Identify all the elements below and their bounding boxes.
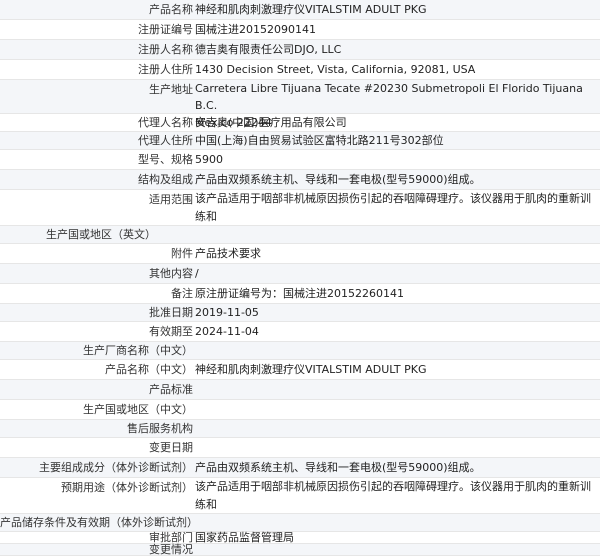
- field-label: 附件: [171, 247, 193, 260]
- field-value: 神经和肌肉刺激理疗仪VITALSTIM ADULT PKG: [195, 3, 427, 16]
- field-label: 代理人名称: [138, 116, 193, 129]
- field-label: 主要组成成分（体外诊断试剂）: [39, 461, 193, 474]
- field-label: 注册证编号: [138, 23, 193, 36]
- table-row: 型号、规格 5900: [0, 150, 600, 170]
- field-value: 德吉奥有限责任公司DJO, LLC: [195, 43, 342, 56]
- table-row: 备注 原注册证编号为：国械注进20152260141: [0, 284, 600, 304]
- field-value: 2019-11-05: [195, 306, 259, 319]
- table-row: 预期用途（体外诊断试剂） 该产品适用于咽部非机械原因损伤引起的吞咽障碍理疗。该仪器…: [0, 478, 600, 529]
- field-value: 产品技术要求: [195, 247, 261, 260]
- table-row: 批准日期 2019-11-05: [0, 304, 600, 322]
- field-value: 神经和肌肉刺激理疗仪VITALSTIM ADULT PKG: [195, 363, 427, 376]
- field-value: 安吉奥(中国)医疗用品有限公司: [195, 116, 347, 129]
- field-label: 产品标准: [149, 383, 193, 396]
- field-value-line: Carretera Libre Tijuana Tecate #20230 Su…: [195, 82, 583, 112]
- table-row: 审批部门 国家药品监督管理局: [0, 532, 600, 544]
- field-label: 其他内容: [149, 267, 193, 280]
- table-row: 代理人住所 中国(上海)自由贸易试验区富特北路211号302部位: [0, 132, 600, 150]
- table-row: 产品名称（中文） 神经和肌肉刺激理疗仪VITALSTIM ADULT PKG: [0, 360, 600, 380]
- table-row: 售后服务机构: [0, 420, 600, 438]
- field-label: 注册人名称: [138, 43, 193, 56]
- field-value: 产品由双频系统主机、导线和一套电极(型号59000)组成。: [195, 461, 481, 474]
- field-label: 预期用途（体外诊断试剂）: [61, 481, 193, 494]
- field-label: 批准日期: [149, 306, 193, 319]
- field-label: 变更情况: [149, 543, 193, 556]
- table-row: 代理人名称 安吉奥(中国)医疗用品有限公司: [0, 114, 600, 132]
- field-label: 备注: [171, 287, 193, 300]
- field-label: 结构及组成: [138, 173, 193, 186]
- table-row: 产品储存条件及有效期（体外诊断试剂）: [0, 514, 600, 532]
- field-label: 产品名称（中文）: [105, 363, 193, 376]
- table-row: 生产国或地区（英文）: [0, 226, 600, 244]
- field-label: 型号、规格: [138, 153, 193, 166]
- field-label: 生产地址: [149, 83, 193, 96]
- table-row: 其他内容 /: [0, 264, 600, 284]
- field-label: 产品名称: [149, 3, 193, 16]
- field-label: 有效期至: [149, 325, 193, 338]
- field-label: 产品储存条件及有效期（体外诊断试剂）: [0, 516, 198, 529]
- field-value: 2024-11-04: [195, 325, 259, 338]
- table-row: 变更日期: [0, 438, 600, 458]
- registration-detail-table: 产品名称 神经和肌肉刺激理疗仪VITALSTIM ADULT PKG 注册证编号 国械…: [0, 0, 600, 556]
- field-value: /: [195, 267, 199, 280]
- table-row: 生产地址 Carretera Libre Tijuana Tecate #2023…: [0, 80, 600, 129]
- field-label: 注册人住所: [138, 63, 193, 76]
- field-label: 生产国或地区（中文）: [83, 403, 193, 416]
- field-value: 中国(上海)自由贸易试验区富特北路211号302部位: [195, 134, 444, 147]
- table-row: 生产厂商名称（中文）: [0, 342, 600, 360]
- field-label: 变更日期: [149, 441, 193, 454]
- table-row: 有效期至 2024-11-04: [0, 322, 600, 342]
- field-value: 产品由双频系统主机、导线和一套电极(型号59000)组成。: [195, 173, 481, 186]
- field-value: 国械注进20152090141: [195, 23, 316, 36]
- field-label: 适用范围: [149, 193, 193, 206]
- field-label: 生产厂商名称（中文）: [83, 344, 193, 357]
- field-value: 1430 Decision Street, Vista, California,…: [195, 63, 476, 76]
- table-row: 附件 产品技术要求: [0, 244, 600, 264]
- field-value-line: 该产品适用于咽部非机械原因损伤引起的吞咽障碍理疗。该仪器用于肌肉的重新训练和: [195, 480, 591, 511]
- field-label: 代理人住所: [138, 134, 193, 147]
- table-row: 注册人住所 1430 Decision Street, Vista, Califo…: [0, 60, 600, 80]
- field-label: 售后服务机构: [127, 422, 193, 435]
- table-row: 生产国或地区（中文）: [0, 400, 600, 420]
- table-row: 注册人名称 德吉奥有限责任公司DJO, LLC: [0, 40, 600, 60]
- table-row: 产品标准: [0, 380, 600, 400]
- table-row: 结构及组成 产品由双频系统主机、导线和一套电极(型号59000)组成。: [0, 170, 600, 190]
- field-value: 国家药品监督管理局: [195, 531, 294, 544]
- field-label: 生产国或地区（英文）: [46, 228, 156, 241]
- table-row: 产品名称 神经和肌肉刺激理疗仪VITALSTIM ADULT PKG: [0, 0, 600, 20]
- table-row: 主要组成成分（体外诊断试剂） 产品由双频系统主机、导线和一套电极(型号59000)…: [0, 458, 600, 478]
- table-row: 注册证编号 国械注进20152090141: [0, 20, 600, 40]
- field-value-line: 该产品适用于咽部非机械原因损伤引起的吞咽障碍理疗。该仪器用于肌肉的重新训练和: [195, 192, 591, 223]
- field-value: 原注册证编号为：国械注进20152260141: [195, 287, 404, 300]
- table-row: 变更情况: [0, 544, 600, 556]
- field-value: 5900: [195, 153, 223, 166]
- table-row: 适用范围 该产品适用于咽部非机械原因损伤引起的吞咽障碍理疗。该仪器用于肌肉的重新训…: [0, 190, 600, 241]
